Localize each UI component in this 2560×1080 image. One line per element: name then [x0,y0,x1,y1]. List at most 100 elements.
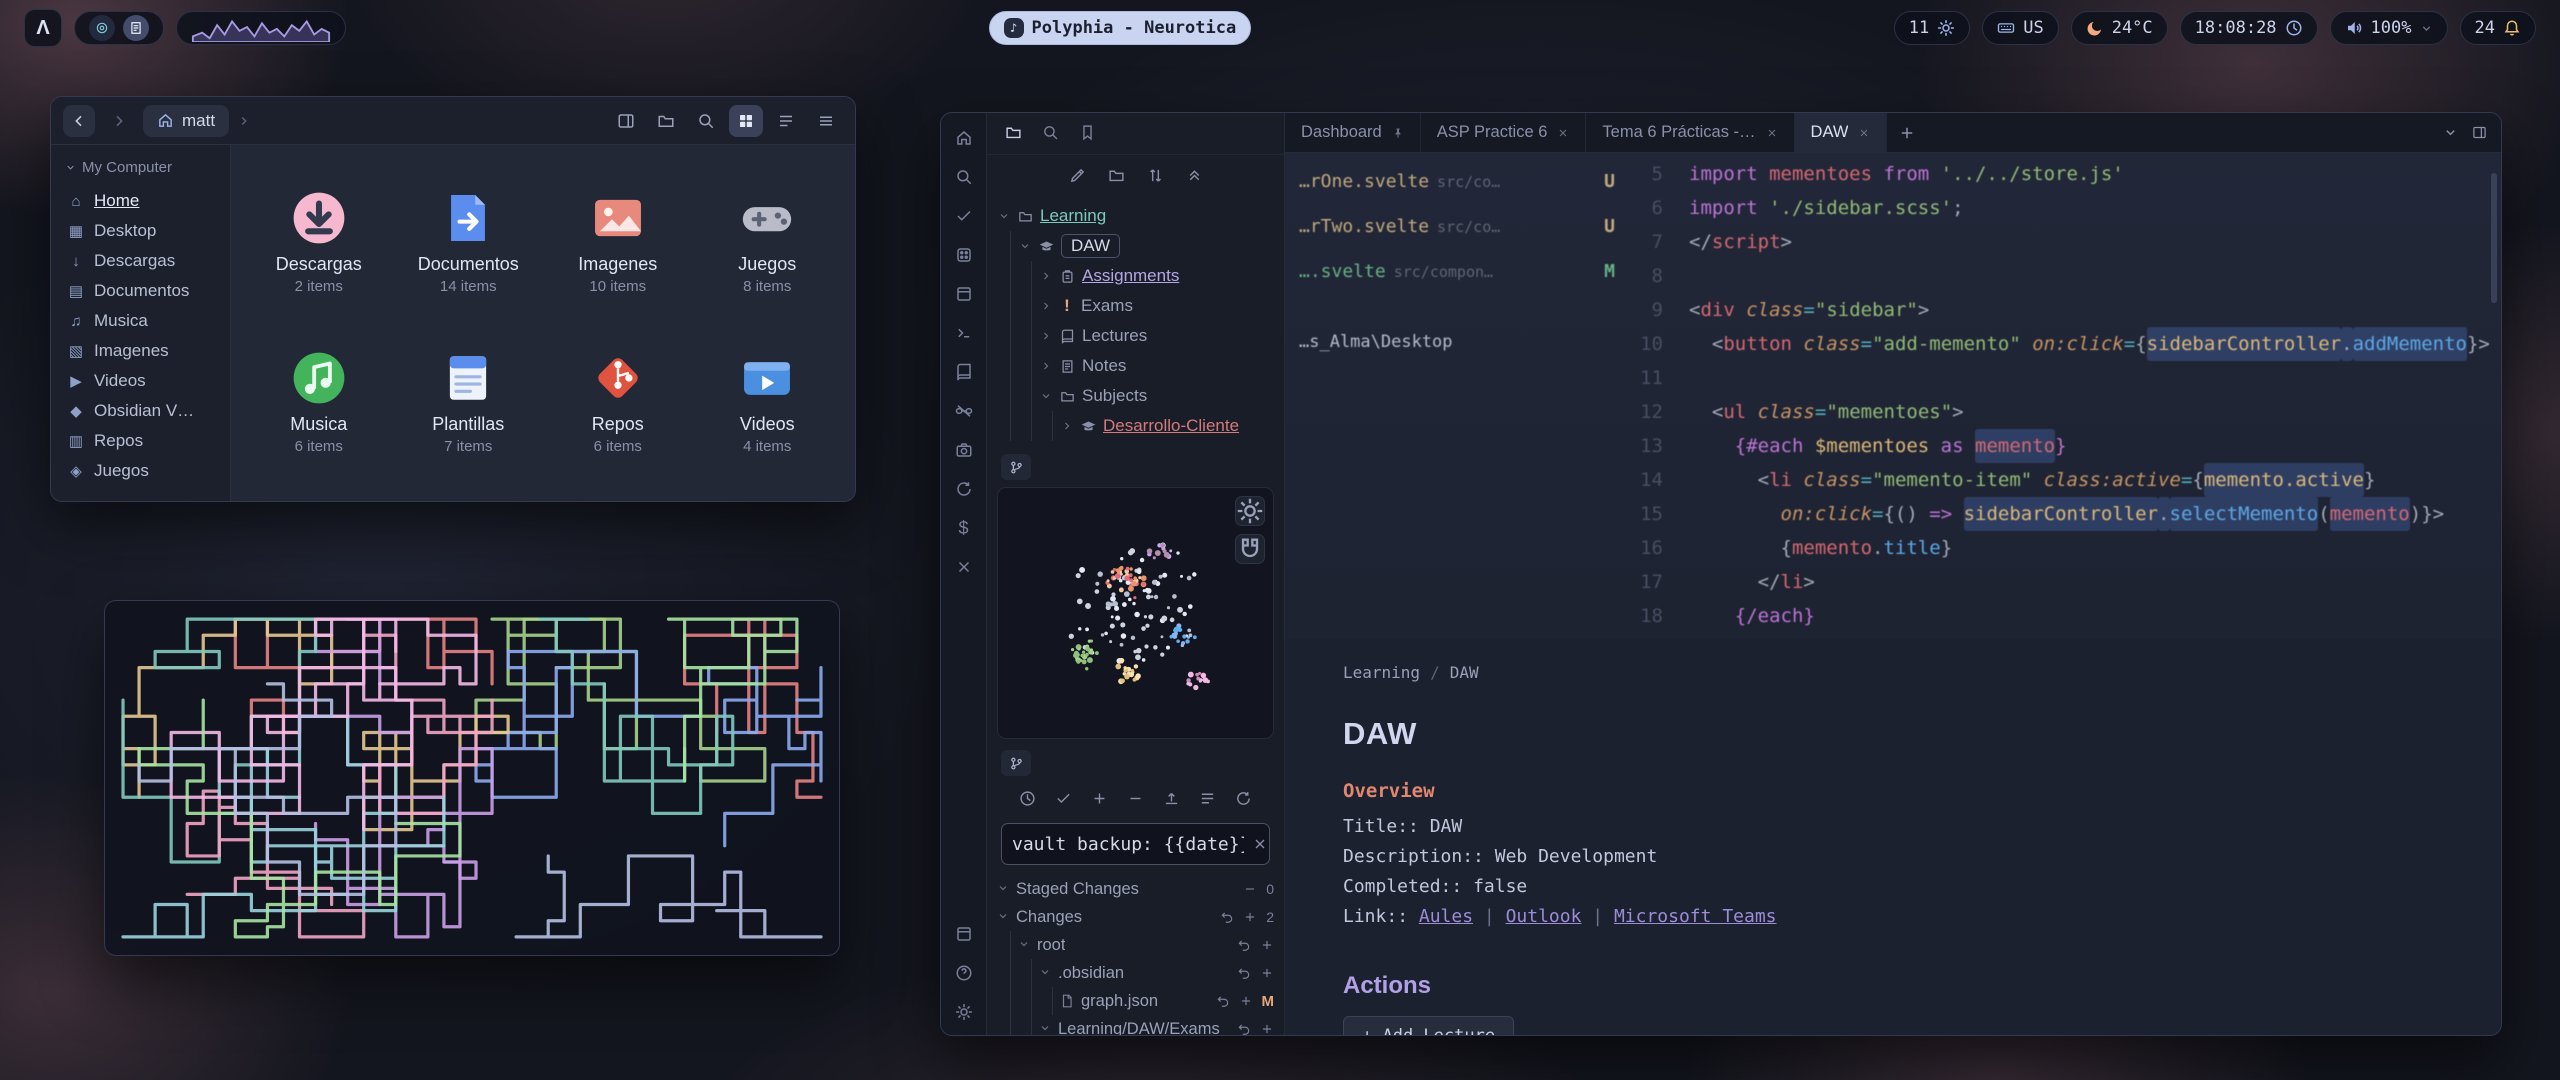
checklist-icon[interactable] [953,205,975,227]
note-breadcrumb[interactable]: Learning / DAW [1343,663,2501,682]
system-graph-widget[interactable] [176,11,346,45]
file-manager-titlebar[interactable]: matt [51,97,855,145]
commit-message-box[interactable] [1001,823,1270,865]
tree-item-desarrollo-cliente[interactable]: Desarrollo-Cliente [1060,411,1274,441]
files-tab-icon[interactable] [1005,124,1022,144]
close-window-icon[interactable] [953,556,975,578]
git-unstage-all-icon[interactable] [1127,790,1144,810]
sidebar-item-imagenes[interactable]: ▧Imagenes [61,336,220,366]
open-file-row[interactable]: ….svelte src/compon… M [1299,249,1615,294]
tree-item-subjects[interactable]: Subjects [1039,381,1274,411]
random-note-icon[interactable] [953,244,975,266]
local-graph-icon[interactable] [1001,454,1031,480]
git-stage-all-icon[interactable] [1091,790,1108,810]
sidebar-item-musica[interactable]: ♫Musica [61,306,220,336]
git-staged-row[interactable]: Staged Changes 0 [997,875,1274,903]
git-list-icon[interactable] [1199,790,1216,810]
new-folder-button[interactable] [649,105,683,137]
open-file-row[interactable]: …rTwo.svelte src/co… U [1299,204,1615,249]
close-icon[interactable] [1557,127,1569,139]
git-icon[interactable] [1001,750,1031,776]
vault-switcher-icon[interactable] [953,923,975,945]
git-backup-icon[interactable] [1019,790,1036,810]
close-icon[interactable] [1858,127,1870,139]
sort-icon[interactable] [1147,167,1164,187]
camera-icon[interactable] [953,439,975,461]
stage-icon[interactable] [1260,1022,1274,1035]
discard-icon[interactable] [1237,966,1251,980]
stage-icon[interactable] [1260,938,1274,952]
volume-widget[interactable]: 100% [2330,11,2448,45]
open-file-row[interactable]: …rOne.svelte src/co… U [1299,159,1615,204]
discard-icon[interactable] [1237,938,1251,952]
folder-descargas[interactable]: Descargas2 items [245,163,393,321]
media-player-widget[interactable]: ♪ Polyphia - Neurotica [989,11,1252,45]
calendar-icon[interactable] [953,283,975,305]
updates-widget[interactable]: 11 [1894,11,1970,45]
help-icon[interactable] [953,962,975,984]
collapse-all-icon[interactable] [1186,167,1203,187]
workspace-1-icon[interactable] [89,15,115,41]
folder-musica[interactable]: Musica6 items [245,323,393,481]
link-outlook[interactable]: Outlook [1506,906,1582,927]
tree-item-exams[interactable]: ! Exams [1039,291,1274,321]
keyboard-layout-widget[interactable]: US [1982,11,2058,45]
close-icon[interactable] [1766,127,1778,139]
tree-item-assignments[interactable]: Assignments [1039,261,1274,291]
link-aules[interactable]: Aules [1419,906,1473,927]
workspace-switcher[interactable] [74,11,164,45]
app-launcher-button[interactable]: Λ [24,9,62,47]
tab-tema-6-practicas[interactable]: Tema 6 Prácticas -… [1586,113,1794,152]
local-graph-panel[interactable] [997,487,1274,739]
stage-icon[interactable] [1239,994,1253,1008]
terminal-icon[interactable] [953,322,975,344]
settings-gear-icon[interactable] [953,1001,975,1023]
graph-filter-icon[interactable] [1235,534,1265,564]
new-note-icon[interactable] [1069,167,1086,187]
clear-input-icon[interactable] [1252,836,1268,852]
tab-dashboard[interactable]: Dashboard [1285,113,1421,152]
git-row-root[interactable]: root [1018,931,1274,959]
sponsor-icon[interactable]: $ [953,517,975,539]
sidebar-header[interactable]: My Computer [65,159,216,176]
git-row-graph-json[interactable]: graph.json M [1060,987,1274,1015]
sidebar-item-descargas[interactable]: ↓Descargas [61,246,220,276]
sidebar-item-desktop[interactable]: ▦Desktop [61,216,220,246]
unlink-icon[interactable] [953,400,975,422]
commit-message-input[interactable] [1012,834,1244,855]
sidebar-item-home[interactable]: ⌂Home [61,186,220,216]
scrollbar[interactable] [2491,173,2497,303]
sync-icon[interactable] [953,478,975,500]
folder-plantillas[interactable]: Plantillas7 items [395,323,543,481]
book-icon[interactable] [953,361,975,383]
folder-videos[interactable]: Videos4 items [694,323,842,481]
git-commit-icon[interactable] [1055,790,1072,810]
folder-imagenes[interactable]: Imagenes10 items [544,163,692,321]
menu-button[interactable] [809,105,843,137]
tree-item-notes[interactable]: Notes [1039,351,1274,381]
tab-daw[interactable]: DAW [1795,113,1888,152]
notifications-widget[interactable]: 24 [2460,11,2536,45]
pipes-terminal-window[interactable] [104,600,840,956]
chevron-down-icon[interactable] [2443,125,2458,140]
sidebar-item-juegos[interactable]: ◈Juegos [61,456,220,486]
sidebar-item-documentos[interactable]: ▤Documentos [61,276,220,306]
stage-icon[interactable] [1243,910,1257,924]
discard-icon[interactable] [1237,1022,1251,1035]
sidebar-item-repos[interactable]: ▥Repos [61,426,220,456]
tree-item-learning[interactable]: Learning [997,201,1274,231]
toggle-right-sidebar-icon[interactable] [2472,125,2487,140]
bookmarks-tab-icon[interactable] [1079,124,1096,144]
add-lecture-button[interactable]: + Add Lecture [1343,1016,1514,1035]
graph-settings-icon[interactable] [1235,496,1265,526]
git-row-obsidian-dir[interactable]: .obsidian [1039,959,1274,987]
folder-juegos[interactable]: Juegos8 items [694,163,842,321]
folder-documentos[interactable]: Documentos14 items [395,163,543,321]
new-folder-icon[interactable] [1108,167,1125,187]
discard-icon[interactable] [1220,910,1234,924]
sidebar-item-obsidian-vault[interactable]: ◆Obsidian V… [61,396,220,426]
git-refresh-icon[interactable] [1235,790,1252,810]
list-view-button[interactable] [769,105,803,137]
new-tab-button[interactable] [1887,113,1927,152]
folder-repos[interactable]: Repos6 items [544,323,692,481]
